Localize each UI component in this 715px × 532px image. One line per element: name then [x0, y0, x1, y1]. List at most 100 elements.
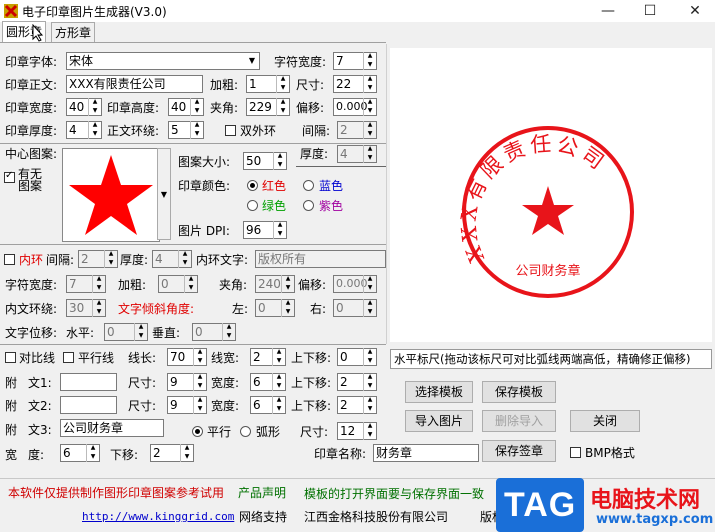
seal-preview-canvas: XXX有限责任公司 公司财务章 — [390, 48, 712, 342]
angle-spinner[interactable]: ▲ ▼ — [276, 98, 289, 116]
product-statement-label: 产品声明 — [238, 486, 287, 500]
bmp-format-checkbox[interactable] — [570, 447, 581, 458]
tab-divider — [0, 42, 386, 43]
tilt-right-spinner[interactable]: ▲ ▼ — [363, 299, 376, 317]
attach1-input[interactable] — [60, 373, 117, 391]
shift-h-spinner[interactable]: ▲ ▼ — [134, 323, 147, 341]
inner-bold-spinner[interactable]: ▲ ▼ — [184, 275, 197, 293]
thickness2-spinner[interactable]: ▲ ▼ — [363, 145, 376, 163]
seal-text-input[interactable]: XXX有限责任公司 — [66, 75, 203, 93]
pattern-preview[interactable] — [62, 148, 160, 242]
attach2-label2: 文2: — [28, 399, 52, 413]
maximize-button[interactable]: ☐ — [630, 0, 670, 22]
select-template-button[interactable]: 选择模板 — [405, 381, 473, 403]
color-red-radio[interactable] — [247, 180, 258, 191]
inner-thick-spinner[interactable]: ▲ ▼ — [178, 250, 191, 268]
chevron-down-icon[interactable]: ▼ — [245, 52, 259, 70]
text-tilt-label: 文字倾斜角度: — [118, 302, 195, 316]
attach2-label: 附 — [5, 399, 18, 413]
inner-angle-spinner[interactable]: ▲ ▼ — [281, 275, 294, 293]
bottom-move-label: 下移: — [110, 448, 139, 462]
inner-char-width-spinner[interactable]: ▲ ▼ — [92, 275, 105, 293]
seal-width-spinner[interactable]: ▲ ▼ — [88, 98, 101, 116]
seal-name-input[interactable]: 财务章 — [373, 444, 479, 462]
close-window-button[interactable]: ✕ — [675, 0, 715, 22]
watermark-brand: 电脑技术网 — [590, 488, 701, 513]
shift-v-spinner[interactable]: ▲ ▼ — [222, 323, 235, 341]
double-ring-checkbox[interactable] — [225, 125, 236, 136]
bold-spinner[interactable]: ▲ ▼ — [276, 75, 289, 93]
delete-import-button[interactable]: 删除导入 — [482, 410, 556, 432]
line-length-label: 线长: — [128, 351, 157, 365]
compare-line-checkbox[interactable] — [5, 352, 16, 363]
dpi-spinner[interactable]: ▲ ▼ — [273, 221, 286, 239]
line-move-spinner[interactable]: ▲ ▼ — [363, 348, 376, 366]
attach2-move-spinner[interactable]: ▲ ▼ — [363, 396, 376, 414]
flat-radio[interactable] — [192, 426, 203, 437]
save-seal-button[interactable]: 保存签章 — [482, 440, 556, 462]
offset-spinner[interactable]: ▲ ▼ — [363, 98, 376, 116]
attach1-width-spinner[interactable]: ▲ ▼ — [272, 373, 285, 391]
attach1-size-label: 尺寸: — [128, 376, 157, 390]
inner-ring-checkbox[interactable] — [4, 254, 15, 265]
close-button[interactable]: 关闭 — [570, 410, 640, 432]
text-ring-spinner[interactable]: ▲ ▼ — [190, 121, 203, 139]
attach2-width-spinner[interactable]: ▲ ▼ — [272, 396, 285, 414]
seal-height-spinner[interactable]: ▲ ▼ — [190, 98, 203, 116]
import-image-button[interactable]: 导入图片 — [405, 410, 473, 432]
size-spinner[interactable]: ▲ ▼ — [363, 75, 376, 93]
gap-spinner[interactable]: ▲ ▼ — [363, 121, 376, 139]
attach1-size-spinner[interactable]: ▲ ▼ — [193, 373, 206, 391]
attach1-label2: 文1: — [28, 376, 52, 390]
text-shift-label: 文字位移: — [5, 326, 58, 340]
inner-text-input[interactable]: 版权所有 — [255, 250, 386, 268]
tilt-left-spinner[interactable]: ▲ ▼ — [281, 299, 294, 317]
website-link[interactable]: http://www.kinggrid.com — [82, 509, 234, 525]
font-select[interactable]: 宋体 — [66, 52, 260, 70]
minimize-button[interactable]: — — [588, 0, 628, 22]
footer-disclaimer: 本软件仅提供制作图形印章图案参考试用 — [8, 486, 225, 500]
has-pattern-label2: 图案 — [18, 179, 43, 193]
seal-width-label: 印章宽度: — [5, 101, 58, 115]
attach2-input[interactable] — [60, 396, 117, 414]
pattern-dropdown-arrow[interactable]: ▼ — [157, 148, 171, 240]
arc-radio[interactable] — [240, 426, 251, 437]
color-blue-radio[interactable] — [303, 180, 314, 191]
color-green-radio[interactable] — [247, 200, 258, 211]
inner-gap-spinner[interactable]: ▲ ▼ — [104, 250, 117, 268]
inner-ring-text-spinner[interactable]: ▲ ▼ — [92, 299, 105, 317]
attach1-move-spinner[interactable]: ▲ ▼ — [363, 373, 376, 391]
attach3-input[interactable]: 公司财务章 — [60, 419, 164, 437]
thickness2-underline — [296, 166, 386, 167]
size-label: 尺寸: — [296, 78, 325, 92]
pattern-size-spinner[interactable]: ▲ ▼ — [273, 152, 286, 170]
horizontal-ruler[interactable]: 水平标尺(拖动该标尺可对比弧线两端高低，精确修正偏移) — [390, 349, 712, 369]
seal-thickness-spinner[interactable]: ▲ ▼ — [88, 121, 101, 139]
bottom-width-spinner[interactable]: ▲ ▼ — [86, 444, 99, 462]
seal-text-label: 印章正文: — [5, 78, 58, 92]
bottom-move-spinner[interactable]: ▲ ▼ — [180, 444, 193, 462]
line-width-spinner[interactable]: ▲ ▼ — [272, 348, 285, 366]
attach3-size-label: 尺寸: — [300, 425, 329, 439]
offset-label: 偏移: — [296, 101, 325, 115]
seal-ring-text: XXX有限责任公司 — [457, 132, 608, 266]
inner-angle-label: 夹角: — [219, 278, 248, 292]
attach1-label: 附 — [5, 376, 18, 390]
attach3-size-spinner[interactable]: ▲ ▼ — [363, 422, 376, 440]
shift-v-label: 垂直: — [152, 326, 181, 340]
attach2-size-spinner[interactable]: ▲ ▼ — [193, 396, 206, 414]
attach2-width-label: 宽度: — [211, 399, 240, 413]
company-label: 江西金格科技股份有限公司 — [304, 510, 449, 524]
char-width-spinner[interactable]: ▲ ▼ — [363, 52, 376, 70]
save-template-button[interactable]: 保存模板 — [482, 381, 556, 403]
tab-square-seal[interactable]: 方形章 — [51, 22, 96, 43]
seal-height-label: 印章高度: — [107, 101, 160, 115]
tilt-left-label: 左: — [232, 302, 249, 316]
inner-offset-spinner[interactable]: ▲ ▼ — [363, 275, 376, 293]
parallel-line-checkbox[interactable] — [63, 352, 74, 363]
color-purple-radio[interactable] — [303, 200, 314, 211]
inner-gap-label: 间隔: — [46, 253, 75, 267]
has-pattern-checkbox[interactable] — [4, 170, 15, 183]
line-length-spinner[interactable]: ▲ ▼ — [193, 348, 206, 366]
inner-thick-label: 厚度: — [120, 253, 149, 267]
